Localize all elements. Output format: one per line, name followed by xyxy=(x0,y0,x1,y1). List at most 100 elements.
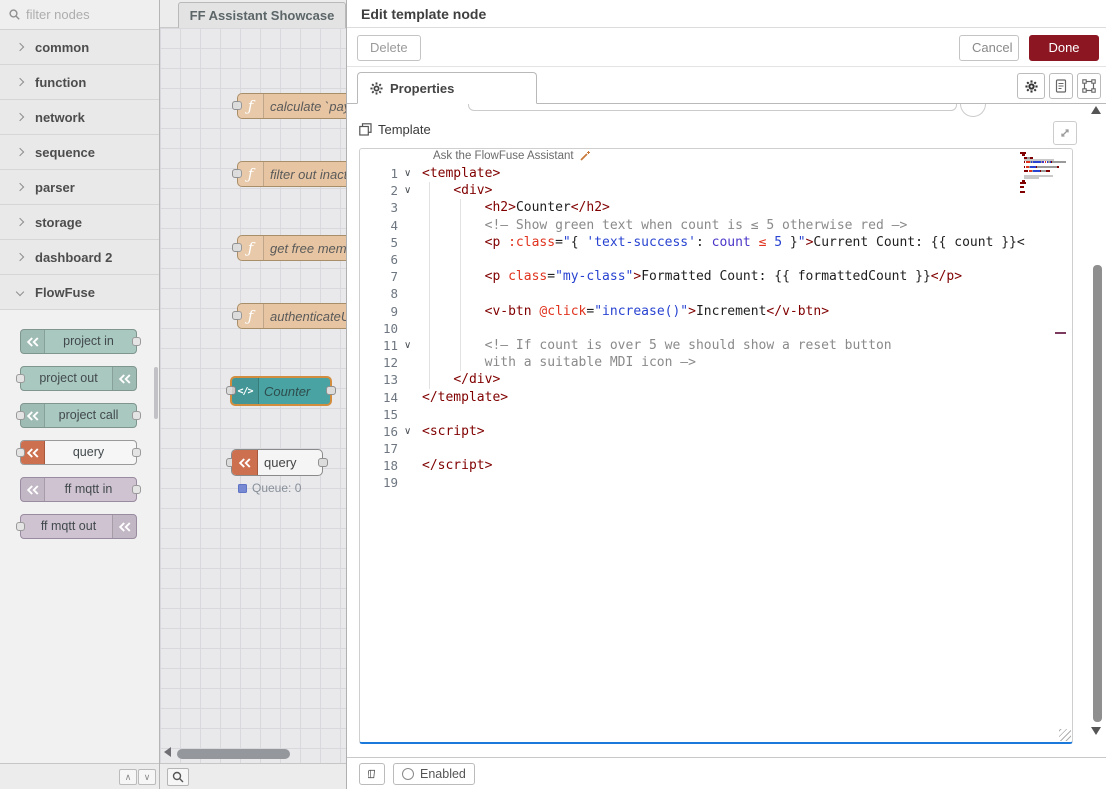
scroll-left-arrow[interactable] xyxy=(164,747,171,757)
node-red-editor: filter nodes common function network seq… xyxy=(0,0,1106,789)
line-number: 1 xyxy=(360,166,404,181)
flow-tab[interactable]: FF Assistant Showcase xyxy=(178,2,346,28)
code-line[interactable]: 18</script> xyxy=(360,457,1072,474)
code-line[interactable]: 16∨<script> xyxy=(360,423,1072,440)
code-line[interactable]: 8 xyxy=(360,285,1072,302)
dialog-button-row: Delete Cancel Done xyxy=(347,28,1106,66)
flow-node-function-calculate-pay[interactable]: ƒ calculate `pay xyxy=(237,93,347,119)
minimap[interactable] xyxy=(1020,152,1068,196)
palette-footer: ∧ ∨ xyxy=(0,763,159,789)
expand-icon xyxy=(1059,127,1071,139)
flowfuse-icon xyxy=(232,450,258,475)
palette-flowfuse-section: project in project out project call quer… xyxy=(0,310,159,539)
flow-node-function-filter-inactive[interactable]: ƒ filter out inacti xyxy=(237,161,347,187)
done-button[interactable]: Done xyxy=(1029,35,1099,61)
palette-node-ff-mqtt-out[interactable]: ff mqtt out xyxy=(20,514,137,539)
chevron-down-icon xyxy=(16,288,24,296)
fold-arrow-icon[interactable]: ∨ xyxy=(404,185,422,196)
flow-node-function-authenticate-user[interactable]: ƒ authenticateU xyxy=(237,303,347,329)
line-number: 5 xyxy=(360,235,404,250)
output-port xyxy=(132,337,141,346)
palette-category-parser[interactable]: parser xyxy=(0,170,159,205)
palette-category-dashboard2[interactable]: dashboard 2 xyxy=(0,240,159,275)
expand-editor-button[interactable] xyxy=(1053,121,1077,145)
output-port[interactable] xyxy=(318,458,328,467)
code-line[interactable]: 13 </div> xyxy=(360,371,1072,388)
line-number: 11 xyxy=(360,338,404,353)
flow-node-function-get-free-memory[interactable]: ƒ get free memo xyxy=(237,235,347,261)
form-notch xyxy=(960,104,986,117)
fold-arrow-icon[interactable]: ∨ xyxy=(404,426,422,437)
enabled-toggle-button[interactable]: Enabled xyxy=(393,763,475,785)
code-line[interactable]: 17 xyxy=(360,440,1072,457)
assistant-placeholder[interactable]: Ask the FlowFuse Assistant xyxy=(433,150,591,162)
function-icon: ƒ xyxy=(238,304,264,328)
palette: filter nodes common function network seq… xyxy=(0,0,160,789)
scrolled-field-edge xyxy=(468,104,957,111)
input-port xyxy=(16,374,25,383)
code-text: <!— Show green text when count is ≤ 5 ot… xyxy=(422,218,907,233)
code-line[interactable]: 14</template> xyxy=(360,388,1072,405)
palette-search[interactable]: filter nodes xyxy=(0,0,159,30)
node-status: Queue: 0 xyxy=(238,481,301,495)
code-line[interactable]: 19 xyxy=(360,474,1072,491)
palette-node-query[interactable]: query xyxy=(20,440,137,465)
code-line[interactable]: 1∨<template> xyxy=(360,165,1072,182)
dialog-scrollbar[interactable] xyxy=(1093,265,1102,722)
code-text: <p class="my-class">Formatted Count: {{ … xyxy=(422,269,962,284)
code-line[interactable]: 11∨ <!— If count is over 5 we should sho… xyxy=(360,337,1072,354)
code-line[interactable]: 2∨ <div> xyxy=(360,182,1072,199)
template-code-editor[interactable]: Ask the FlowFuse Assistant 1∨<template>2… xyxy=(359,148,1073,744)
tab-properties[interactable]: Properties xyxy=(357,72,537,104)
fold-arrow-icon[interactable]: ∨ xyxy=(404,340,422,351)
code-line[interactable]: 12 with a suitable MDI icon —> xyxy=(360,354,1072,371)
palette-category-network[interactable]: network xyxy=(0,100,159,135)
info-book-button[interactable] xyxy=(359,763,385,785)
description-tab-button[interactable] xyxy=(1049,73,1073,99)
scroll-up-arrow[interactable] xyxy=(1091,106,1101,114)
palette-node-project-in[interactable]: project in xyxy=(20,329,137,354)
palette-category-common[interactable]: common xyxy=(0,30,159,65)
book-icon xyxy=(368,767,376,781)
code-line[interactable]: 5 <p :class="{ 'text-success': count ≤ 5… xyxy=(360,234,1072,251)
horizontal-scrollbar[interactable] xyxy=(177,749,290,759)
code-text: </script> xyxy=(422,458,492,473)
appearance-tab-button[interactable] xyxy=(1077,73,1101,99)
code-line[interactable]: 15 xyxy=(360,406,1072,423)
flow-canvas[interactable]: ƒ calculate `pay ƒ filter out inacti ƒ g… xyxy=(160,28,347,763)
fold-arrow-icon[interactable]: ∨ xyxy=(404,168,422,179)
palette-node-project-out[interactable]: project out xyxy=(20,366,137,391)
gear-icon xyxy=(1025,80,1038,93)
cancel-button[interactable]: Cancel xyxy=(959,35,1019,61)
palette-category-sequence[interactable]: sequence xyxy=(0,135,159,170)
code-line[interactable]: 3 <h2>Counter</h2> xyxy=(360,199,1072,216)
line-number: 4 xyxy=(360,218,404,233)
properties-tab-button[interactable] xyxy=(1017,73,1045,99)
chevron-right-icon xyxy=(16,253,24,261)
output-port[interactable] xyxy=(326,386,336,395)
palette-category-flowfuse[interactable]: FlowFuse xyxy=(0,275,159,310)
workspace: FF Assistant Showcase ƒ calculate `pay ƒ… xyxy=(160,0,347,789)
code-text: <script> xyxy=(422,424,485,439)
flow-node-query[interactable]: query xyxy=(231,449,323,476)
palette-scrollbar[interactable] xyxy=(154,367,158,419)
code-line[interactable]: 7 <p class="my-class">Formatted Count: {… xyxy=(360,268,1072,285)
chevron-right-icon xyxy=(16,78,24,86)
palette-node-project-call[interactable]: project call xyxy=(20,403,137,428)
scroll-down-arrow[interactable] xyxy=(1091,727,1101,735)
palette-category-function[interactable]: function xyxy=(0,65,159,100)
code-line[interactable]: 4 <!— Show green text when count is ≤ 5 … xyxy=(360,217,1072,234)
code-line[interactable]: 9 <v-btn @click="increase()">Increment</… xyxy=(360,303,1072,320)
code-line[interactable]: 10 xyxy=(360,320,1072,337)
palette-node-ff-mqtt-in[interactable]: ff mqtt in xyxy=(20,477,137,502)
editor-resize-handle[interactable] xyxy=(1059,729,1071,741)
flow-node-template-counter[interactable]: </> Counter xyxy=(230,376,332,406)
line-number: 16 xyxy=(360,424,404,439)
palette-category-storage[interactable]: storage xyxy=(0,205,159,240)
expand-all-button[interactable]: ∨ xyxy=(138,769,156,785)
line-number: 8 xyxy=(360,286,404,301)
delete-button[interactable]: Delete xyxy=(357,35,421,61)
code-line[interactable]: 6 xyxy=(360,251,1072,268)
search-flows-button[interactable] xyxy=(167,768,189,786)
collapse-all-button[interactable]: ∧ xyxy=(119,769,137,785)
